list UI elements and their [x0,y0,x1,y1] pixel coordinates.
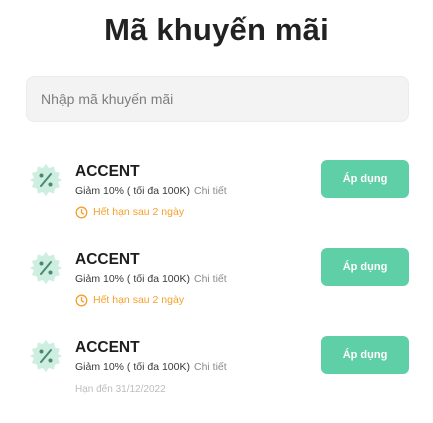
coupon-description: Giảm 10% ( tối đa 100K) Chi tiết [75,360,227,374]
promo-code-search[interactable] [26,76,409,122]
percent-badge-icon [28,338,64,374]
coupon-code: ACCENT [75,251,140,268]
coupon-description: Giảm 10% ( tối đa 100K) Chi tiết [75,184,227,198]
clock-icon [75,294,88,306]
coupon-code: ACCENT [75,163,140,180]
coupon-description-text: Giảm 10% ( tối đa 100K) [75,361,190,373]
coupon-expiry: Hết hạn sau 2 ngày [75,293,227,307]
coupon-expiry-text: Hết hạn sau 2 ngày [93,294,185,306]
coupon-description-text: Giảm 10% ( tối đa 100K) [75,273,190,285]
coupon-description-text: Giảm 10% ( tối đa 100K) [75,185,190,197]
apply-coupon-button[interactable]: Áp dụng [321,248,409,286]
coupon-code: ACCENT [75,339,140,356]
clock-icon [75,206,88,218]
coupon-valid-until: Hạn đến 31/12/2022 [75,384,166,395]
percent-badge-icon [28,162,64,198]
coupon-expiry-text: Hết hạn sau 2 ngày [93,206,185,218]
coupon-expiry: Hết hạn sau 2 ngày [75,205,227,219]
coupon-detail-link[interactable]: Chi tiết [194,361,227,373]
apply-coupon-button[interactable]: Áp dụng [321,160,409,198]
coupon-detail-link[interactable]: Chi tiết [194,185,227,197]
page-title: Mã khuyến mãi [104,12,329,47]
apply-coupon-button[interactable]: Áp dụng [321,336,409,374]
promo-code-input[interactable] [41,91,408,107]
percent-badge-icon [28,250,64,286]
coupon-description: Giảm 10% ( tối đa 100K) Chi tiết [75,272,227,286]
coupon-detail-link[interactable]: Chi tiết [194,273,227,285]
